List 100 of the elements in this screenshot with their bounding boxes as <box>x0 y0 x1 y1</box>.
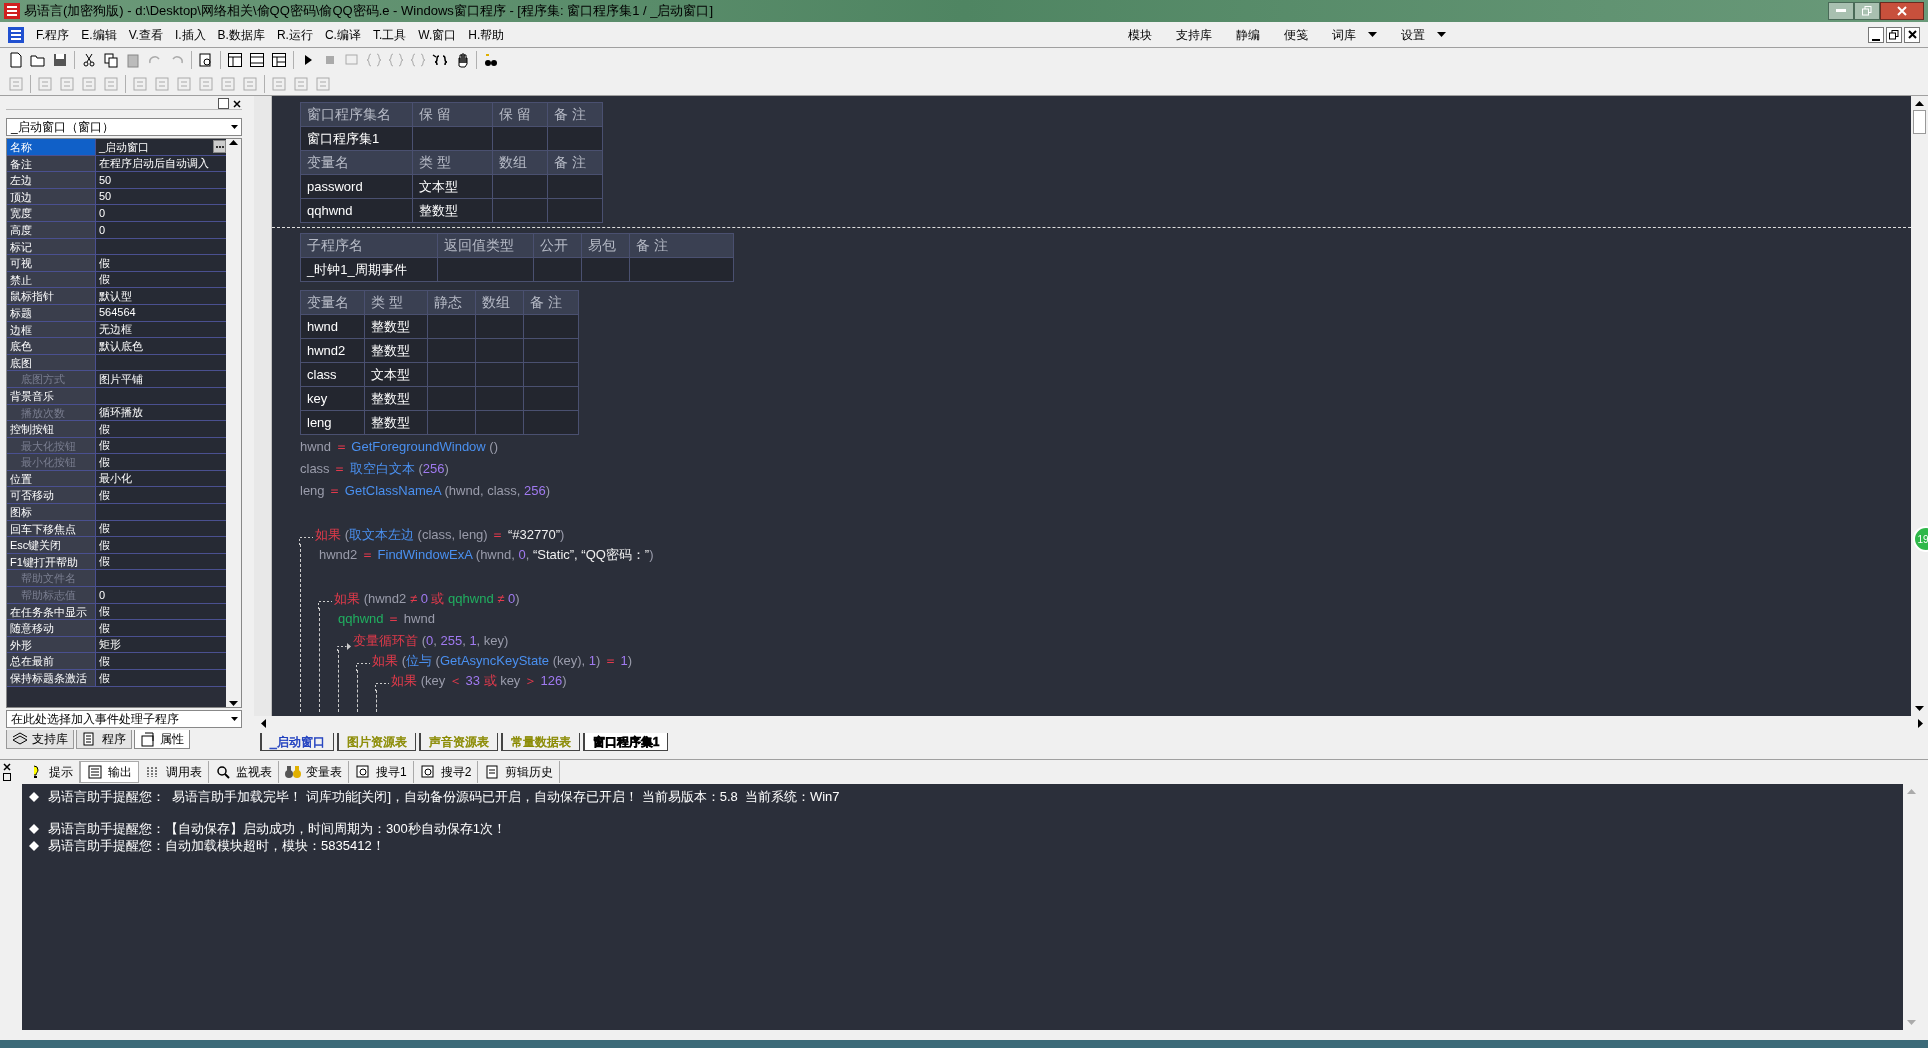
table-cell[interactable]: _时钟1_周期事件 <box>300 257 438 282</box>
menu-button[interactable]: 模块 <box>1128 25 1152 44</box>
property-name[interactable]: 宽度 <box>7 205 96 221</box>
align-icon[interactable] <box>293 75 309 92</box>
table-cell[interactable] <box>629 257 734 282</box>
editor-tab[interactable]: 常量数据表 <box>500 733 580 751</box>
table-cell[interactable] <box>523 362 579 387</box>
scissors-icon[interactable] <box>81 52 97 68</box>
table-cell[interactable] <box>437 257 534 282</box>
menu-button[interactable]: 便笺 <box>1284 25 1308 44</box>
open-folder-icon[interactable] <box>30 52 46 68</box>
binoculars-icon[interactable] <box>483 52 499 68</box>
property-value[interactable]: 50 <box>96 172 226 188</box>
property-name[interactable]: Esc键关闭 <box>7 537 96 553</box>
table-cell[interactable] <box>412 126 493 151</box>
table-cell[interactable] <box>492 174 548 199</box>
table-cell[interactable] <box>547 126 603 151</box>
table-cell[interactable]: 整数型 <box>364 410 428 435</box>
align-icon[interactable] <box>81 75 97 92</box>
menu-item[interactable]: I.插入 <box>174 25 206 44</box>
new-file-icon[interactable] <box>8 52 24 68</box>
scroll-thumb[interactable] <box>1913 110 1926 134</box>
property-name[interactable]: 随意移动 <box>7 620 96 636</box>
table-cell[interactable]: 文本型 <box>412 174 493 199</box>
panel-tab[interactable]: 支持库 <box>6 730 74 749</box>
table-cell[interactable]: 整数型 <box>364 338 428 363</box>
close-button[interactable] <box>231 98 242 109</box>
menu-item[interactable]: V.查看 <box>128 25 163 44</box>
property-name[interactable]: 鼠标指针 <box>7 288 96 304</box>
menu-item[interactable]: F.程序 <box>36 25 70 44</box>
property-name[interactable]: 保持标题条激活 <box>7 670 96 686</box>
property-value[interactable]: 默认底色 <box>96 338 226 354</box>
table-cell[interactable] <box>533 257 582 282</box>
menu-item[interactable]: H.帮助 <box>468 25 505 44</box>
table-cell[interactable] <box>523 410 579 435</box>
menu-button[interactable]: 静编 <box>1236 25 1260 44</box>
close-button[interactable] <box>1880 2 1924 20</box>
property-name[interactable]: 可视 <box>7 255 96 271</box>
close-button[interactable] <box>1904 26 1920 43</box>
align-icon[interactable] <box>59 75 75 92</box>
table-cell[interactable] <box>581 257 630 282</box>
table-cell[interactable] <box>547 198 603 223</box>
float-button[interactable] <box>3 773 11 781</box>
editor-tab[interactable]: 声音资源表 <box>418 733 498 751</box>
property-value[interactable]: 假 <box>96 487 226 504</box>
table-cell[interactable]: password <box>300 174 413 199</box>
find-icon[interactable] <box>198 52 214 68</box>
table-cell[interactable] <box>475 410 524 435</box>
table-cell[interactable] <box>547 174 603 199</box>
align-icon[interactable] <box>37 75 53 92</box>
menu-item[interactable]: W.窗口 <box>418 25 457 44</box>
editor-tab[interactable]: _启动窗口 <box>260 733 334 751</box>
property-value[interactable]: 假 <box>96 421 226 437</box>
table-cell[interactable] <box>427 410 476 435</box>
step-icon[interactable] <box>344 52 360 68</box>
table-cell[interactable]: leng <box>300 410 365 435</box>
property-name[interactable]: 左边 <box>7 172 96 188</box>
table-cell[interactable] <box>492 198 548 223</box>
ellipsis-button[interactable] <box>213 140 226 154</box>
table-cell[interactable]: 窗口程序集1 <box>300 126 413 151</box>
editor-tab[interactable]: 窗口程序集1 <box>582 733 669 751</box>
editor-tab[interactable]: 图片资源表 <box>336 733 416 751</box>
restore-button[interactable] <box>1854 2 1880 20</box>
align-icon[interactable] <box>198 75 214 92</box>
property-name[interactable]: 总在最前 <box>7 653 96 669</box>
code-editor[interactable] <box>272 96 1911 716</box>
align-icon[interactable] <box>132 75 148 92</box>
object-dropdown[interactable]: _启动窗口（窗口） <box>6 118 242 136</box>
align-icon[interactable] <box>242 75 258 92</box>
menu-item[interactable]: T.工具 <box>372 25 407 44</box>
layout-icon[interactable] <box>227 52 243 68</box>
align-icon[interactable] <box>315 75 331 92</box>
table-cell[interactable]: 整数型 <box>364 386 428 411</box>
align-icon[interactable] <box>220 75 236 92</box>
property-value[interactable]: 假 <box>96 653 226 669</box>
table-cell[interactable]: 文本型 <box>364 362 428 387</box>
float-button[interactable] <box>218 98 229 109</box>
output-tab[interactable]: 搜寻1 <box>349 761 414 783</box>
save-icon[interactable] <box>52 52 68 68</box>
menu-button[interactable]: 词库 <box>1332 25 1377 44</box>
property-value[interactable]: 0 <box>96 205 226 221</box>
output-tab[interactable]: 搜寻2 <box>413 761 479 783</box>
table-cell[interactable] <box>523 314 579 339</box>
menu-button[interactable]: 支持库 <box>1176 25 1212 44</box>
menu-item[interactable]: C.编译 <box>324 25 361 44</box>
panel-tab[interactable]: 属性 <box>134 730 190 749</box>
align-icon[interactable] <box>103 75 119 92</box>
align-icon[interactable] <box>271 75 287 92</box>
property-name[interactable]: 图标 <box>7 504 96 520</box>
property-name[interactable]: 可否移动 <box>7 487 96 504</box>
brace-icon[interactable] <box>432 52 448 68</box>
property-name[interactable]: 名称 <box>7 139 96 155</box>
table-cell[interactable]: 整数型 <box>412 198 493 223</box>
property-name[interactable]: 底色 <box>7 338 96 354</box>
property-name[interactable]: 控制按钮 <box>7 421 96 437</box>
property-value[interactable]: _启动窗口 <box>96 139 226 155</box>
table-cell[interactable] <box>523 386 579 411</box>
menu-button[interactable]: 设置 <box>1401 25 1446 44</box>
table-cell[interactable] <box>492 126 548 151</box>
property-value[interactable]: 假 <box>96 255 226 271</box>
